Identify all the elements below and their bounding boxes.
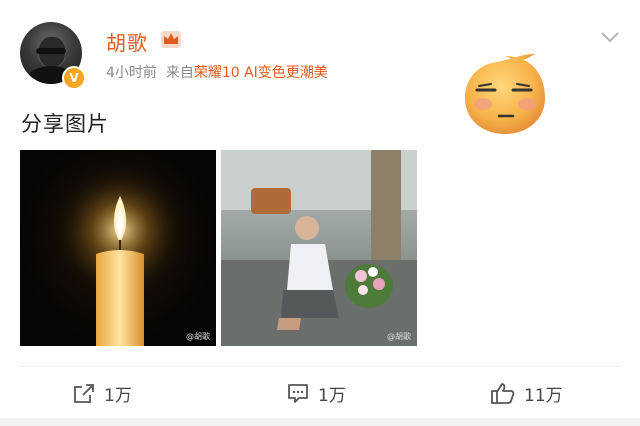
divider — [20, 366, 620, 367]
source-prefix: 来自 — [165, 65, 194, 81]
memorial-image[interactable]: @胡歌 — [221, 150, 417, 346]
post-text: 分享图片 — [21, 112, 109, 136]
feed-separator — [0, 418, 640, 426]
share-button[interactable]: 1万 — [72, 380, 132, 406]
avatar-glasses — [36, 48, 66, 54]
candle-illustration — [50, 160, 190, 346]
image-watermark: @胡歌 — [186, 332, 210, 341]
chevron-down-icon[interactable] — [600, 30, 620, 44]
post-source[interactable]: 荣耀10 AI变色更潮美 — [194, 65, 328, 81]
verified-badge: V — [62, 66, 86, 90]
comment-count: 1万 — [318, 385, 346, 406]
smirk-emoji — [465, 54, 545, 134]
share-count: 1万 — [104, 385, 132, 406]
share-icon — [74, 384, 94, 403]
like-count: 11万 — [524, 385, 563, 406]
comment-icon — [288, 384, 308, 403]
memorial-illustration — [221, 150, 417, 346]
post-meta: 4小时前 来自荣耀10 AI变色更潮美 — [106, 62, 328, 82]
image-watermark: @胡歌 — [387, 332, 411, 341]
username[interactable]: 胡歌 — [106, 27, 148, 56]
thumbs-up-icon — [491, 383, 515, 404]
post-time: 4小时前 — [106, 65, 157, 81]
candle-image[interactable]: @胡歌 — [20, 150, 216, 346]
comment-button[interactable]: 1万 — [286, 380, 346, 406]
crown-icon — [161, 31, 181, 48]
like-button[interactable]: 11万 — [490, 380, 563, 406]
